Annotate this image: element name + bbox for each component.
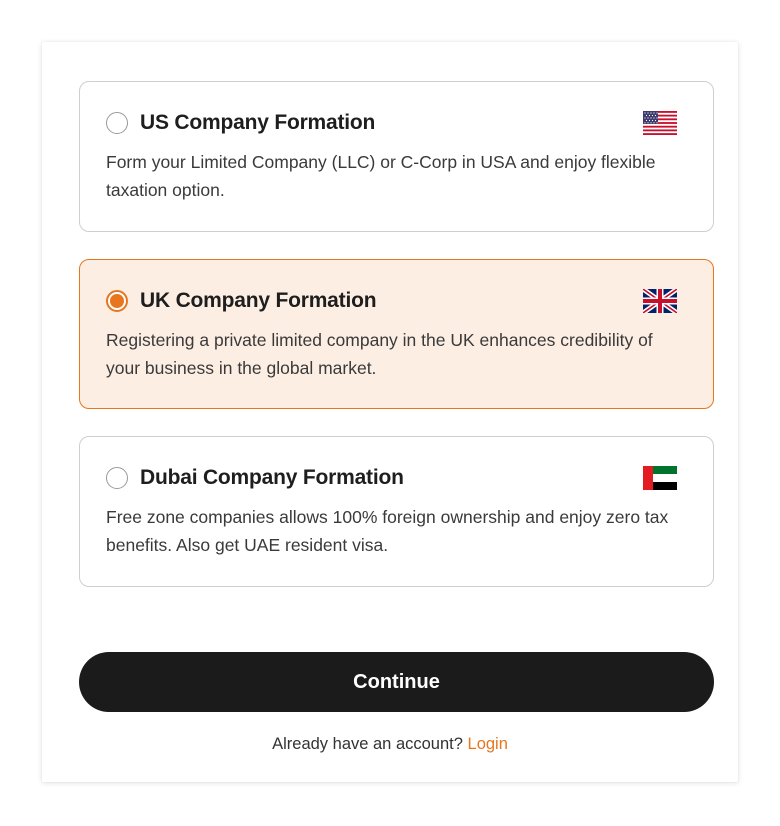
formation-options: US Company Formation Form your Limited C… xyxy=(79,81,714,614)
login-link[interactable]: Login xyxy=(468,735,508,753)
option-dubai[interactable]: Dubai Company Formation Free zone compan… xyxy=(79,436,714,587)
company-formation-card: US Company Formation Form your Limited C… xyxy=(42,42,738,782)
option-description: Form your Limited Company (LLC) or C-Cor… xyxy=(106,152,656,200)
option-header: UK Company Formation xyxy=(106,288,677,314)
option-title: UK Company Formation xyxy=(140,289,377,312)
continue-button[interactable]: Continue xyxy=(79,652,714,712)
option-description: Registering a private limited company in… xyxy=(106,330,653,378)
us-flag-icon xyxy=(643,111,677,135)
us-radio-button[interactable] xyxy=(106,112,128,134)
login-prompt: Already have an account? Login xyxy=(42,735,738,754)
option-us[interactable]: US Company Formation Form your Limited C… xyxy=(79,81,714,232)
option-title: Dubai Company Formation xyxy=(140,466,404,489)
option-description: Free zone companies allows 100% foreign … xyxy=(106,507,669,555)
uae-flag-icon xyxy=(643,466,677,490)
uk-flag-icon xyxy=(643,289,677,313)
option-title: US Company Formation xyxy=(140,111,376,134)
login-prompt-text: Already have an account? xyxy=(272,735,463,753)
option-uk[interactable]: UK Company Formation Registering a priva… xyxy=(79,259,714,409)
dubai-radio-button[interactable] xyxy=(106,467,128,489)
option-header: Dubai Company Formation xyxy=(106,465,677,491)
option-header: US Company Formation xyxy=(106,110,677,136)
uk-radio-button[interactable] xyxy=(106,290,128,312)
